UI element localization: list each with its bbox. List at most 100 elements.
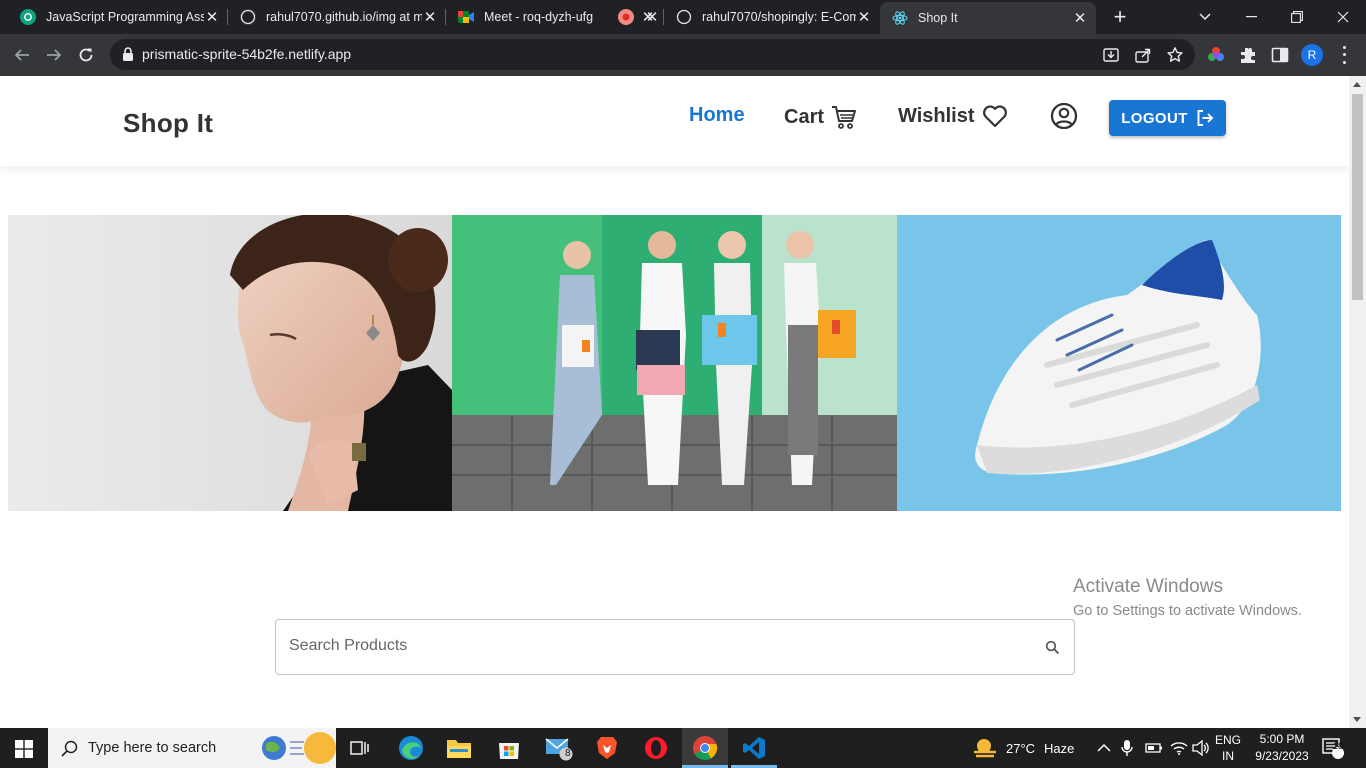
weather-sun-icon <box>974 739 996 758</box>
clock-date: 9/23/2023 <box>1255 749 1309 763</box>
watermark-subtitle: Go to Settings to activate Windows. <box>1073 603 1302 619</box>
extensions-icon[interactable] <box>1238 45 1258 65</box>
side-panel-icon[interactable] <box>1270 45 1290 65</box>
github-icon <box>676 9 692 25</box>
tab-title: rahul7070/shopingly: E-Comr <box>702 10 856 24</box>
notification-center-icon[interactable]: 18 <box>1322 728 1344 768</box>
taskbar-search-box[interactable]: Type here to search <box>48 728 336 768</box>
taskbar-search-text: Type here to search <box>88 740 217 756</box>
close-tab-icon[interactable]: ✕ <box>204 8 220 26</box>
tab-title: rahul7070.github.io/img at m <box>266 10 422 24</box>
account-circle-icon[interactable] <box>1050 102 1078 130</box>
banner-image-sneaker <box>897 215 1341 511</box>
nav-wishlist-label: Wishlist <box>898 104 975 127</box>
tab-title: Shop It <box>918 11 958 25</box>
install-app-icon[interactable] <box>1102 46 1120 64</box>
mail-icon[interactable]: 8 <box>544 733 574 763</box>
brave-browser-icon[interactable] <box>592 733 622 763</box>
activate-windows-watermark: Activate Windows Go to Settings to activ… <box>1073 576 1302 619</box>
url-text[interactable]: prismatic-sprite-54b2fe.netlify.app <box>142 46 351 62</box>
weather-temp: 27°C <box>1006 740 1036 756</box>
reload-icon[interactable] <box>73 42 99 68</box>
scroll-down-arrow-icon[interactable] <box>1353 717 1361 722</box>
close-window-button[interactable] <box>1320 0 1366 34</box>
mail-badge: 8 <box>565 748 571 759</box>
nav-home-link[interactable]: Home <box>689 104 745 127</box>
windows-start-icon[interactable] <box>15 740 33 758</box>
nav-cart-label: Cart <box>784 105 825 128</box>
show-hidden-icons[interactable] <box>1097 728 1111 768</box>
restore-button[interactable] <box>1274 0 1320 34</box>
scroll-up-arrow-icon[interactable] <box>1353 82 1361 87</box>
vscode-icon[interactable] <box>731 733 777 768</box>
volume-icon[interactable] <box>1192 728 1210 768</box>
product-search-box[interactable] <box>275 619 1075 675</box>
task-view-icon[interactable] <box>345 733 375 763</box>
browser-tab-active[interactable]: Shop It ✕ <box>880 2 1096 34</box>
close-tab-icon[interactable]: ✕ <box>644 8 660 26</box>
react-icon <box>892 10 908 26</box>
heart-icon <box>982 105 1007 128</box>
browser-toolbar: prismatic-sprite-54b2fe.netlify.app R <box>0 34 1366 76</box>
logout-label: LOGOUT <box>1121 109 1188 127</box>
color-extension-icon[interactable] <box>1206 45 1226 65</box>
scrollbar-thumb[interactable] <box>1352 94 1363 300</box>
opera-browser-icon[interactable] <box>641 733 671 763</box>
page-scrollbar[interactable] <box>1349 76 1366 728</box>
taskbar-clock[interactable]: 5:00 PM 9/23/2023 <box>1250 731 1314 765</box>
address-bar[interactable]: prismatic-sprite-54b2fe.netlify.app <box>110 39 1195 70</box>
recording-icon <box>618 9 634 25</box>
microsoft-store-icon[interactable] <box>494 733 524 763</box>
back-icon[interactable] <box>9 42 35 68</box>
nav-wishlist-link[interactable]: Wishlist <box>898 104 1008 128</box>
microphone-icon[interactable] <box>1121 728 1133 768</box>
profile-avatar[interactable]: R <box>1301 44 1323 66</box>
browser-tab-4[interactable]: ✕ <box>606 0 664 34</box>
search-highlight-icon <box>262 732 336 764</box>
close-tab-icon[interactable]: ✕ <box>422 8 438 26</box>
wifi-icon[interactable] <box>1170 728 1188 768</box>
chrome-menu-icon[interactable] <box>1339 44 1349 66</box>
lang-code: ENG <box>1215 733 1242 747</box>
new-tab-button[interactable]: + <box>1108 4 1132 30</box>
close-tab-icon[interactable]: ✕ <box>856 8 872 26</box>
search-input[interactable] <box>289 637 1029 655</box>
forward-icon[interactable] <box>41 42 67 68</box>
browser-tab-1[interactable]: JavaScript Programming Assi ✕ <box>8 0 228 34</box>
bookmark-star-icon[interactable] <box>1166 46 1184 64</box>
windows-taskbar: Type here to search 8 27°C Haze ENG IN 5… <box>0 728 1366 768</box>
chatgpt-icon <box>20 9 36 25</box>
minimize-button[interactable] <box>1228 0 1274 34</box>
weather-widget[interactable]: 27°C Haze <box>972 728 1074 768</box>
input-language[interactable]: ENG IN <box>1215 728 1241 768</box>
clock-time: 5:00 PM <box>1259 732 1305 746</box>
site-header: Shop It Home Cart Wishlist LOGOUT <box>0 76 1349 166</box>
google-meet-icon <box>458 9 474 25</box>
search-icon[interactable] <box>1045 640 1060 655</box>
cart-icon <box>832 106 857 129</box>
edge-icon[interactable] <box>396 733 426 763</box>
battery-icon[interactable] <box>1145 728 1163 768</box>
lock-icon[interactable] <box>122 47 134 61</box>
notification-badge: 18 <box>1333 741 1344 751</box>
lang-region: IN <box>1222 749 1234 763</box>
logout-button[interactable]: LOGOUT <box>1109 100 1226 136</box>
tab-title: JavaScript Programming Assi <box>46 10 204 24</box>
banner-image-shoppers <box>452 215 897 511</box>
search-icon <box>61 740 78 757</box>
tab-search-icon[interactable] <box>1182 0 1228 34</box>
banner-image-jewelry <box>8 215 452 511</box>
browser-tab-bar: JavaScript Programming Assi ✕ rahul7070.… <box>0 0 1366 34</box>
browser-tab-2[interactable]: rahul7070.github.io/img at m ✕ <box>228 0 446 34</box>
logout-icon <box>1197 110 1214 126</box>
brand-logo[interactable]: Shop It <box>123 108 213 139</box>
file-explorer-icon[interactable] <box>444 733 474 763</box>
close-tab-icon[interactable]: ✕ <box>1072 9 1088 27</box>
nav-cart-link[interactable]: Cart <box>784 104 857 130</box>
nav-home-label: Home <box>689 104 745 126</box>
browser-tab-5[interactable]: rahul7070/shopingly: E-Comr ✕ <box>664 0 880 34</box>
chrome-icon[interactable] <box>682 733 728 768</box>
chevron-up-icon <box>1097 743 1111 752</box>
share-icon[interactable] <box>1134 46 1152 64</box>
page-viewport: Shop It Home Cart Wishlist LOGOUT Search… <box>0 76 1349 728</box>
